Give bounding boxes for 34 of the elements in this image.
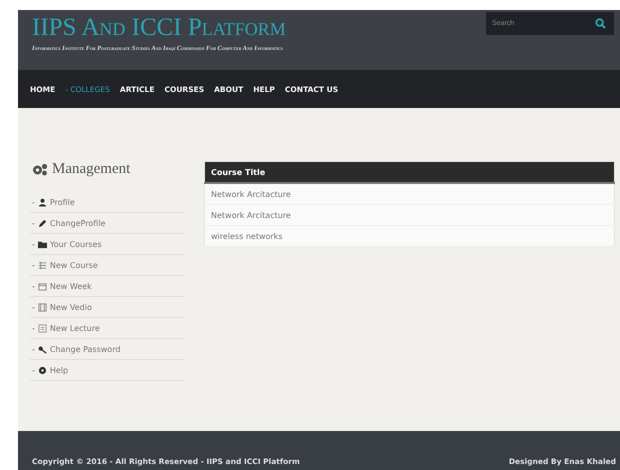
sidebar-item[interactable]: - New Course (30, 255, 185, 276)
sidebar-title: Management (52, 161, 130, 178)
pencil-icon (38, 218, 47, 228)
sidebar-item[interactable]: - New Lecture (30, 318, 185, 339)
bullet: - (32, 198, 35, 206)
key-icon (38, 344, 47, 354)
table-cell: wireless networks (204, 226, 614, 246)
bullet: - (32, 344, 35, 354)
sidebar-item[interactable]: - Help (30, 360, 185, 381)
sidebar-item[interactable]: - Profile (30, 192, 185, 213)
sidebar-item[interactable]: - New Week (30, 276, 185, 297)
bullet: - (32, 324, 35, 332)
bullet: - (32, 240, 35, 248)
calendar-icon (38, 282, 47, 290)
bullet: - (32, 366, 35, 374)
table-cell: Network Arcitacture (204, 204, 614, 226)
search-icon (595, 18, 606, 29)
bullet: - (32, 260, 35, 270)
column-header: Course Title (204, 162, 614, 183)
sidebar-item[interactable]: - Your Courses (30, 234, 185, 255)
sidebar-item[interactable]: - Change Password (30, 339, 185, 360)
list-icon (38, 260, 47, 270)
folder-icon (38, 240, 47, 248)
sidebar-item[interactable]: - New Vedio (30, 297, 185, 318)
bullet: - (32, 282, 35, 290)
film-icon (38, 302, 47, 312)
bullet: - (32, 218, 35, 228)
document-icon (38, 324, 47, 332)
table-cell: Network Arcitacture (204, 183, 614, 204)
sidebar-item[interactable]: - ChangeProfile (30, 213, 185, 234)
user-icon (38, 198, 47, 206)
bullet: - (32, 302, 35, 312)
site-title: IIPS And ICCI Platform (32, 14, 286, 42)
search-button[interactable] (591, 12, 614, 35)
